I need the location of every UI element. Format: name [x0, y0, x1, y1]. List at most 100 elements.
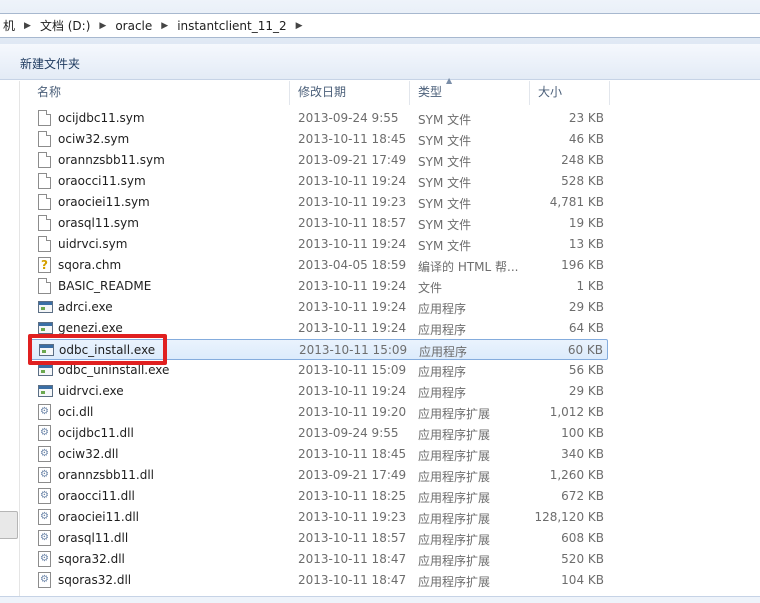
file-type: 应用程序扩展	[418, 428, 491, 442]
document-icon	[38, 278, 51, 294]
file-row[interactable]: ociw32.dll 2013-10-11 18:45 应用程序扩展 340 KB	[30, 444, 608, 465]
file-type: SYM 文件	[418, 197, 472, 211]
breadcrumb-item-instantclient[interactable]: instantclient_11_2	[175, 19, 288, 33]
file-row[interactable]: ocijdbc11.dll 2013-09-24 9:55 应用程序扩展 100 KB	[30, 423, 608, 444]
file-row[interactable]: sqora32.dll 2013-10-11 18:47 应用程序扩展 520 KB	[30, 549, 608, 570]
navigation-pane-scroll-handle[interactable]	[0, 511, 18, 539]
file-modified: 2013-10-11 19:20	[298, 405, 407, 419]
file-type: SYM 文件	[418, 155, 472, 169]
file-size: 29 KB	[568, 384, 604, 398]
file-type: 应用程序扩展	[418, 407, 491, 421]
application-icon	[38, 322, 53, 334]
file-size: 128,120 KB	[534, 510, 604, 524]
file-size: 23 KB	[568, 111, 604, 125]
breadcrumb-separator-icon[interactable]: ▶	[289, 21, 310, 31]
file-row[interactable]: ocijdbc11.sym 2013-09-24 9:55 SYM 文件 23 KB	[30, 108, 608, 129]
file-modified: 2013-09-24 9:55	[298, 426, 399, 440]
file-type: SYM 文件	[418, 113, 472, 127]
column-header-name[interactable]: 名称	[29, 81, 290, 105]
breadcrumb-separator-icon[interactable]: ▶	[17, 21, 38, 31]
dll-icon	[38, 551, 51, 567]
file-size: 104 KB	[561, 573, 604, 587]
file-row[interactable]: orannzsbb11.dll 2013-09-21 17:49 应用程序扩展 1,2…	[30, 465, 608, 486]
file-type: 应用程序	[419, 345, 468, 359]
file-row[interactable]: orannzsbb11.sym 2013-09-21 17:49 SYM 文件 248…	[30, 150, 608, 171]
file-type: 应用程序扩展	[418, 491, 491, 505]
file-row[interactable]: oraocci11.dll 2013-10-11 18:25 应用程序扩展 672 K…	[30, 486, 608, 507]
file-row[interactable]: uidrvci.exe 2013-10-11 19:24 应用程序 29 KB	[30, 381, 608, 402]
document-icon	[38, 131, 51, 147]
file-size: 340 KB	[561, 447, 604, 461]
file-row[interactable]: oraociei11.dll 2013-10-11 19:23 应用程序扩展 128,…	[30, 507, 608, 528]
file-modified: 2013-10-11 18:57	[298, 531, 407, 545]
file-type: 应用程序扩展	[418, 512, 491, 526]
file-row[interactable]: adrci.exe 2013-10-11 19:24 应用程序 29 KB	[30, 297, 608, 318]
breadcrumb-item-computer[interactable]: 机	[1, 17, 17, 34]
file-row[interactable]: sqora.chm 2013-04-05 18:59 编译的 HTML 帮... 19…	[30, 255, 608, 276]
file-modified: 2013-10-11 18:45	[298, 447, 407, 461]
file-name: oraociei11.sym	[58, 195, 150, 209]
file-name: orasql11.sym	[58, 216, 139, 230]
file-name: oci.dll	[58, 405, 94, 419]
file-name: ociw32.sym	[58, 132, 130, 146]
address-bar: 机 ▶ 文档 (D:) ▶ oracle ▶ instantclient_11_…	[0, 0, 760, 44]
file-row[interactable]: oraociei11.sym 2013-10-11 19:23 SYM 文件 4,78…	[30, 192, 608, 213]
file-size: 56 KB	[568, 363, 604, 377]
document-icon	[38, 194, 51, 210]
file-type: 应用程序	[418, 386, 467, 400]
dll-icon	[38, 425, 51, 441]
file-size: 60 KB	[567, 343, 603, 357]
file-type: SYM 文件	[418, 239, 472, 253]
file-name: adrci.exe	[58, 300, 113, 314]
file-modified: 2013-10-11 18:47	[298, 552, 407, 566]
file-type: 应用程序扩展	[418, 554, 491, 568]
document-icon	[38, 173, 51, 189]
dll-icon	[38, 530, 51, 546]
file-modified: 2013-10-11 19:24	[298, 174, 407, 188]
file-row[interactable]: uidrvci.sym 2013-10-11 19:24 SYM 文件 13 KB	[30, 234, 608, 255]
dll-icon	[38, 404, 51, 420]
file-modified: 2013-09-21 17:49	[298, 153, 407, 167]
file-modified: 2013-10-11 15:09	[298, 363, 407, 377]
file-type: 文件	[418, 281, 443, 295]
document-icon	[38, 152, 51, 168]
column-header-size[interactable]: 大小	[530, 81, 610, 105]
file-size: 1,012 KB	[549, 405, 604, 419]
breadcrumb[interactable]: 机 ▶ 文档 (D:) ▶ oracle ▶ instantclient_11_…	[0, 13, 760, 38]
file-modified: 2013-10-11 19:24	[298, 384, 407, 398]
file-type: SYM 文件	[418, 218, 472, 232]
file-name: orannzsbb11.dll	[58, 468, 154, 482]
new-folder-button[interactable]: 新建文件夹	[20, 55, 80, 72]
file-name: oraocci11.sym	[58, 174, 146, 188]
column-header-row: 名称 修改日期 类型 大小	[21, 81, 760, 105]
application-icon	[38, 301, 53, 313]
file-row[interactable]: orasql11.dll 2013-10-11 18:57 应用程序扩展 608 KB	[30, 528, 608, 549]
file-row[interactable]: oraocci11.sym 2013-10-11 19:24 SYM 文件 528 K…	[30, 171, 608, 192]
column-header-type[interactable]: 类型	[410, 81, 530, 105]
column-header-modified[interactable]: 修改日期	[290, 81, 410, 105]
file-name: oraociei11.dll	[58, 510, 139, 524]
file-size: 528 KB	[561, 174, 604, 188]
file-modified: 2013-10-11 19:23	[298, 195, 407, 209]
file-name: ocijdbc11.dll	[58, 426, 134, 440]
breadcrumb-separator-icon[interactable]: ▶	[154, 21, 175, 31]
details-pane	[0, 596, 760, 603]
file-row[interactable]: BASIC_README 2013-10-11 19:24 文件 1 KB	[30, 276, 608, 297]
file-modified: 2013-09-21 17:49	[298, 468, 407, 482]
file-size: 196 KB	[561, 258, 604, 272]
file-row[interactable]: oci.dll 2013-10-11 19:20 应用程序扩展 1,012 KB	[30, 402, 608, 423]
file-row[interactable]: orasql11.sym 2013-10-11 18:57 SYM 文件 19 KB	[30, 213, 608, 234]
file-size: 608 KB	[561, 531, 604, 545]
navigation-pane	[0, 81, 20, 603]
dll-icon	[38, 572, 51, 588]
highlight-annotation-box	[28, 334, 167, 365]
file-name: orannzsbb11.sym	[58, 153, 165, 167]
file-row[interactable]: ociw32.sym 2013-10-11 18:45 SYM 文件 46 KB	[30, 129, 608, 150]
file-row[interactable]: sqoras32.dll 2013-10-11 18:47 应用程序扩展 104 KB	[30, 570, 608, 591]
breadcrumb-item-oracle[interactable]: oracle	[113, 19, 154, 33]
file-type: 应用程序扩展	[418, 449, 491, 463]
file-size: 46 KB	[568, 132, 604, 146]
breadcrumb-item-drive-d[interactable]: 文档 (D:)	[38, 17, 92, 34]
breadcrumb-separator-icon[interactable]: ▶	[92, 21, 113, 31]
application-icon	[38, 385, 53, 397]
